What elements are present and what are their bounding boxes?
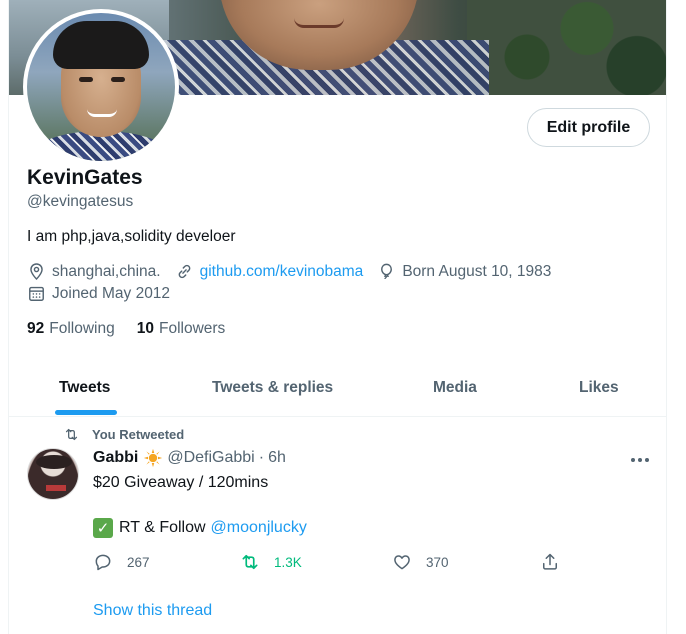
reply-icon bbox=[95, 554, 111, 571]
website-item[interactable]: github.com/kevinobama bbox=[175, 262, 364, 281]
following-label: Following bbox=[49, 320, 115, 337]
display-name: KevinGates bbox=[27, 166, 143, 189]
avatar-hat bbox=[36, 455, 72, 469]
heart-icon bbox=[394, 555, 410, 570]
like-button[interactable]: 370 bbox=[392, 552, 449, 572]
tweet-time[interactable]: 6h bbox=[268, 449, 286, 467]
retweet-count: 1.3K bbox=[274, 554, 302, 570]
edit-profile-button[interactable]: Edit profile bbox=[527, 108, 650, 147]
reply-button[interactable]: 267 bbox=[93, 552, 150, 572]
tweet-author-name[interactable]: Gabbi bbox=[93, 449, 138, 467]
sun-badge-icon bbox=[144, 448, 163, 468]
following-link[interactable]: 92 Following bbox=[27, 320, 115, 338]
retweet-context: You Retweeted bbox=[63, 426, 184, 443]
website-link[interactable]: github.com/kevinobama bbox=[200, 263, 364, 281]
tab-likes[interactable]: Likes bbox=[579, 360, 619, 416]
balloon-icon bbox=[381, 263, 393, 280]
tweet-header: Gabbi @DefiGabbi · 6h bbox=[93, 448, 286, 468]
share-button[interactable] bbox=[540, 552, 574, 572]
reply-count: 267 bbox=[127, 554, 150, 570]
share-icon bbox=[543, 553, 557, 570]
retweet-context-text: You Retweeted bbox=[92, 427, 185, 442]
location-item: shanghai,china. bbox=[27, 262, 161, 281]
avatar-smile bbox=[87, 109, 117, 117]
profile-joined-row: Joined May 2012 bbox=[27, 284, 184, 303]
link-icon bbox=[178, 264, 190, 279]
avatar-photo bbox=[27, 13, 175, 161]
calendar-icon bbox=[29, 286, 44, 301]
retweet-icon bbox=[65, 428, 78, 441]
more-dot bbox=[638, 458, 642, 462]
followers-label: Followers bbox=[158, 320, 226, 337]
retweet-action-icon bbox=[242, 554, 258, 570]
profile-column: Edit profile KevinGates @kevingatesus I … bbox=[8, 0, 667, 634]
more-dot bbox=[645, 458, 649, 462]
avatar-eye-right bbox=[111, 77, 125, 82]
following-count: 92 bbox=[27, 320, 45, 337]
retweet-button[interactable]: 1.3K bbox=[240, 552, 302, 572]
show-thread-link[interactable]: Show this thread bbox=[93, 602, 212, 620]
check-mark-icon: ✓ bbox=[93, 518, 113, 538]
avatar-eye-left bbox=[79, 77, 93, 82]
more-icon[interactable] bbox=[627, 450, 653, 470]
tab-media[interactable]: Media bbox=[433, 360, 477, 416]
more-dot bbox=[631, 458, 635, 462]
birthday-text: Born August 10, 1983 bbox=[402, 262, 552, 280]
tweet-item[interactable]: You Retweeted Gabbi @DefiGabbi · 6h $20 … bbox=[9, 418, 666, 634]
like-count: 370 bbox=[426, 554, 449, 570]
tweet-text-rt-follow: RT & Follow bbox=[119, 519, 206, 536]
location-icon bbox=[30, 263, 43, 281]
active-tab-indicator bbox=[55, 410, 117, 415]
user-handle: @kevingatesus bbox=[27, 193, 134, 210]
joined-item: Joined May 2012 bbox=[27, 284, 170, 303]
profile-bio: I am php,java,solidity develoer bbox=[27, 228, 236, 245]
profile-meta-row: shanghai,china. github.com/kevinobama Bo… bbox=[27, 262, 565, 281]
birthday-item: Born August 10, 1983 bbox=[377, 262, 551, 281]
tab-tweets[interactable]: Tweets bbox=[59, 360, 110, 416]
tweet-text-line2: ✓ RT & Follow @moonjlucky bbox=[93, 518, 307, 538]
tweet-author-handle[interactable]: @DefiGabbi bbox=[167, 449, 254, 467]
tweet-separator: · bbox=[258, 449, 265, 466]
tweet-text-line1: $20 Giveaway / 120mins bbox=[93, 474, 269, 491]
avatar-hair bbox=[53, 21, 149, 69]
location-text: shanghai,china. bbox=[52, 262, 161, 280]
joined-text: Joined May 2012 bbox=[52, 284, 171, 302]
tweet-mention-link[interactable]: @moonjlucky bbox=[211, 519, 307, 537]
followers-count: 10 bbox=[136, 320, 154, 337]
follow-stats: 92 Following 10 Followers bbox=[27, 320, 247, 338]
profile-avatar[interactable] bbox=[23, 9, 179, 165]
banner-trees bbox=[467, 0, 666, 95]
avatar-band bbox=[46, 485, 66, 491]
tab-tweets-replies[interactable]: Tweets & replies bbox=[212, 360, 333, 416]
banner-mouth bbox=[294, 18, 344, 28]
profile-tabs: Tweets Tweets & replies Media Likes bbox=[9, 360, 666, 417]
tweet-author-avatar[interactable] bbox=[27, 448, 79, 500]
followers-link[interactable]: 10 Followers bbox=[137, 320, 226, 338]
